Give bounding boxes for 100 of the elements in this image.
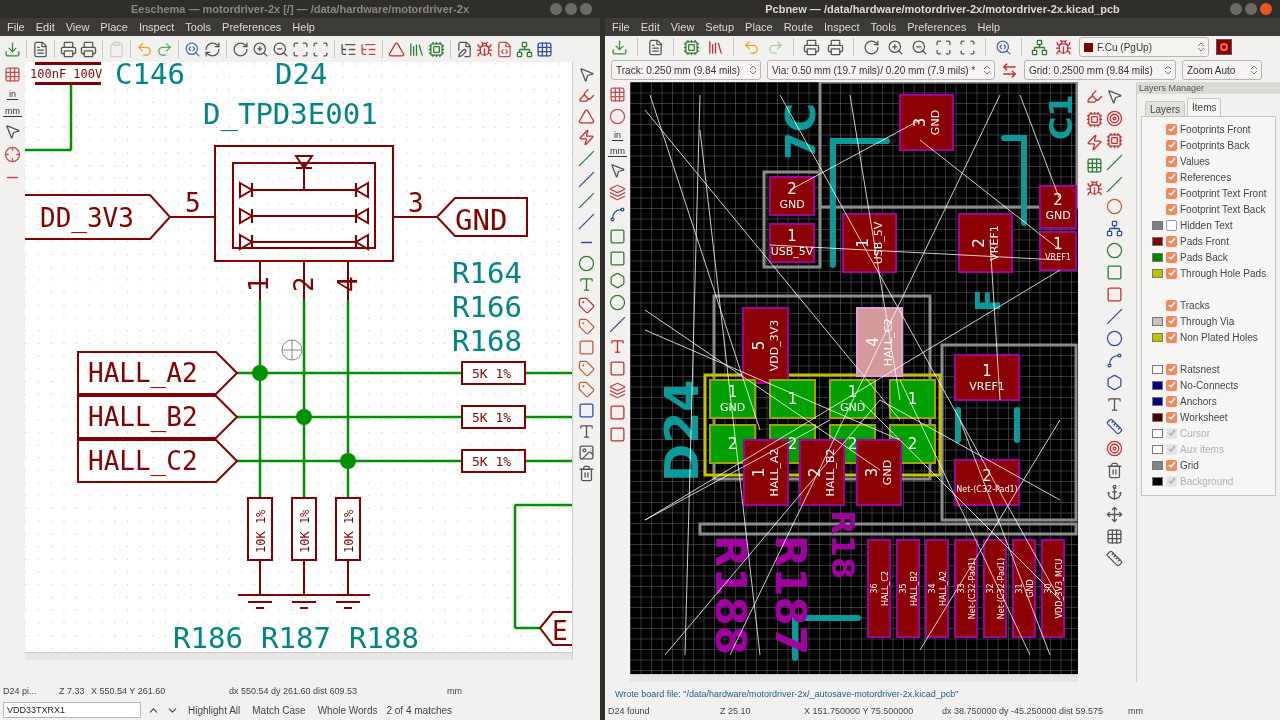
pad-number: 1	[750, 467, 768, 478]
pad-net-name: HALL_B2	[824, 448, 837, 497]
menu-item[interactable]: Edit	[35, 18, 55, 36]
toggle-button[interactable]: Match Case	[249, 702, 309, 718]
reference-label: R168	[452, 324, 522, 358]
pad-net-name: USB_5V	[770, 245, 814, 258]
layer-select[interactable]: F.Cu (PgUp)	[1079, 37, 1209, 57]
item-label[interactable]: Footprint Text Front	[1180, 185, 1267, 201]
reference-label: R187	[261, 621, 331, 652]
units-button[interactable]: mm	[608, 146, 627, 157]
pad-number: 36	[870, 583, 879, 594]
pad-number: 1	[907, 390, 918, 408]
search-field[interactable]: VDD33TXRX1	[3, 702, 141, 718]
status-text: Z 25.10	[720, 705, 752, 719]
pad-number: 3	[863, 467, 881, 478]
pad-net-name: VREF1	[987, 225, 1001, 261]
pad-number: 2	[787, 435, 798, 453]
menu-item[interactable]: Preferences	[222, 18, 282, 36]
global-label: E	[552, 616, 568, 646]
menu-item[interactable]: Help	[977, 18, 1001, 36]
menu-item[interactable]: Edit	[640, 18, 660, 36]
menu-item[interactable]: Help	[292, 18, 315, 36]
item-label[interactable]: Non Plated Holes	[1180, 329, 1258, 345]
pad-net-name: Net-(C32-Pad1)	[997, 557, 1006, 620]
pad-net-name: USB_5V	[871, 221, 885, 265]
pad-number: 2	[787, 180, 797, 198]
item-label[interactable]: Through Via	[1180, 313, 1235, 329]
pad-net-name: GND	[719, 401, 746, 414]
menu-item[interactable]: File	[612, 18, 630, 36]
menu-item[interactable]: Inspect	[138, 18, 175, 36]
reference-label: R186	[173, 621, 243, 652]
pad-net-name: VDD_3V3_MCU	[1055, 558, 1064, 619]
pad-number: 2	[727, 435, 738, 453]
pad-net-name: HALL_B2	[910, 571, 919, 606]
item-label[interactable]: Ratsnest	[1180, 361, 1220, 377]
units-button[interactable]: in	[612, 130, 623, 141]
item-label[interactable]: Pads Front	[1180, 233, 1229, 249]
item-label[interactable]: Footprint Text Back	[1180, 201, 1266, 217]
toggle-button[interactable]: Highlight All	[185, 702, 244, 718]
pad-number: 2	[969, 238, 988, 248]
item-label[interactable]: No-Connects	[1180, 377, 1239, 393]
back-silkscreen-text: R187	[766, 535, 815, 655]
pad-number: 5	[749, 340, 768, 351]
menu-item[interactable]: Tools	[185, 18, 212, 36]
ground-label: GND	[455, 203, 508, 237]
reference-label: R188	[349, 621, 419, 652]
pad-net-name: GND	[779, 198, 805, 211]
power-label: DD_3V3	[40, 203, 134, 233]
item-label[interactable]: Values	[1180, 153, 1210, 169]
item-label[interactable]: Through Hole Pads	[1180, 265, 1267, 281]
toggle-button[interactable]: Whole Words	[314, 702, 381, 718]
silkscreen-text: F	[968, 288, 1008, 312]
panel-tab[interactable]: Items	[1187, 98, 1222, 116]
pad-number: 35	[899, 583, 908, 594]
item-label[interactable]: Worksheet	[1180, 409, 1228, 425]
pad-number: 4	[863, 337, 882, 347]
via-size-select[interactable]: Via: 0.50 mm (19.7 mils)/ 0.20 mm (7.9 mils) *	[767, 60, 995, 80]
reference-label: R164	[452, 256, 522, 290]
pad-number: 2	[806, 467, 824, 478]
pad-number: 33	[957, 583, 966, 594]
pad-number: 1	[982, 361, 992, 380]
pad-net-name: Net-(C32-Pad1)	[968, 557, 977, 620]
units-button[interactable]: mm	[3, 106, 22, 117]
status-text: mm	[1128, 705, 1143, 719]
status-text: D24 pi...	[3, 685, 38, 699]
menu-item[interactable]: Preferences	[907, 18, 967, 36]
pad-number: 1	[727, 383, 738, 401]
silkscreen-text: 7C	[778, 102, 824, 160]
pad-number: 1	[787, 227, 797, 245]
pad-net-name: GND	[1026, 579, 1035, 598]
back-silkscreen-text: R18	[824, 510, 862, 580]
item-label[interactable]: Footprints Back	[1180, 137, 1250, 153]
menu-item[interactable]: View	[670, 18, 695, 36]
zoom-select[interactable]: Zoom Auto	[1182, 60, 1262, 80]
menu-item[interactable]: View	[65, 18, 90, 36]
grid-select[interactable]: Grid: 0.2500 mm (9.84 mils)	[1024, 60, 1176, 80]
menu-item[interactable]: Place	[745, 18, 773, 36]
pad-number: 1	[787, 390, 798, 408]
resistor-value: 10K 1%	[342, 509, 356, 553]
menu-item[interactable]: Route	[783, 18, 813, 36]
pad-number: 3	[910, 117, 929, 128]
menu-item[interactable]: Place	[100, 18, 128, 36]
menu-item[interactable]: Setup	[705, 18, 735, 36]
item-label[interactable]: References	[1180, 169, 1232, 185]
pad-number: 30	[1044, 583, 1053, 594]
units-button[interactable]: in	[7, 89, 18, 100]
pad-net-name: VREF1	[969, 379, 1005, 393]
item-label[interactable]: Grid	[1180, 457, 1199, 473]
message-text: Wrote board file: "/data/hardware/motordriver-2x/_autosave-motordriver-2x.kicad_pcb"	[614, 688, 960, 701]
item-label[interactable]: Pads Back	[1180, 249, 1228, 265]
item-label[interactable]: Footprints Front	[1180, 121, 1251, 137]
menu-item[interactable]: Inspect	[824, 18, 860, 36]
pad-net-name: GND	[881, 459, 894, 486]
menu-item[interactable]: File	[7, 18, 25, 36]
item-label[interactable]: Hidden Text	[1180, 217, 1233, 233]
menu-item[interactable]: Tools	[870, 18, 897, 36]
panel-tab[interactable]: Layers	[1145, 101, 1185, 116]
item-label[interactable]: Tracks	[1180, 297, 1210, 313]
track-width-select[interactable]: Track: 0.250 mm (9.84 mils)	[611, 60, 761, 80]
item-label[interactable]: Anchors	[1180, 393, 1217, 409]
